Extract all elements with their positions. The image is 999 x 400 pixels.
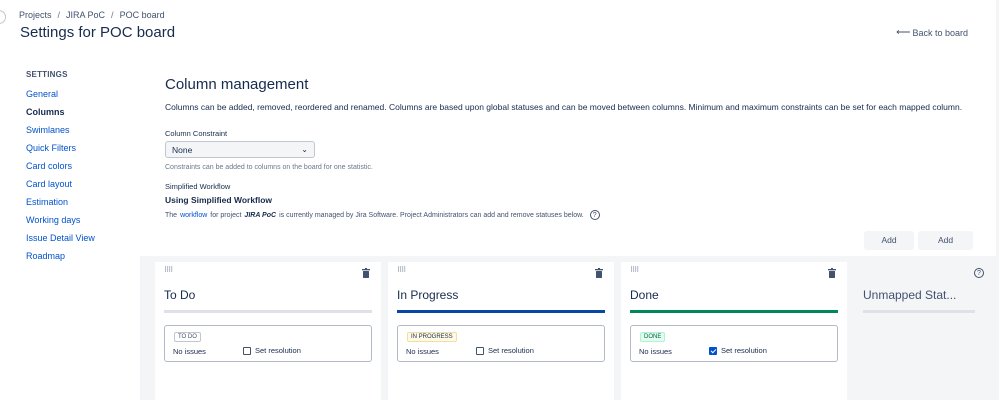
add-column-button[interactable]: Add column bbox=[918, 231, 973, 264]
help-icon[interactable]: ? bbox=[589, 210, 600, 220]
column-title[interactable]: In Progress bbox=[397, 288, 458, 302]
set-resolution-label: Set resolution bbox=[488, 346, 534, 355]
workflow-note: The workflow for project JIRA PoC is cur… bbox=[165, 210, 975, 220]
drag-handle-icon[interactable]: ⠿⠿ bbox=[630, 267, 639, 274]
section-title: Column management bbox=[165, 76, 309, 93]
workflow-note-text: is currently managed by Jira Software. P… bbox=[279, 211, 584, 219]
trash-icon[interactable] bbox=[362, 268, 370, 278]
drag-handle-icon[interactable]: ⠿⠿ bbox=[164, 267, 173, 274]
status-lozenge: DONE bbox=[640, 332, 666, 342]
sidebar-item-columns[interactable]: Columns bbox=[26, 103, 136, 121]
status-card[interactable]: IN PROGRESS No issues Set resolution bbox=[397, 325, 605, 362]
workflow-label: Simplified Workflow bbox=[165, 182, 231, 191]
breadcrumb-board[interactable]: POC board bbox=[120, 10, 165, 20]
sidebar-item-card-colors[interactable]: Card colors bbox=[26, 157, 136, 175]
sidebar-item-quick-filters[interactable]: Quick Filters bbox=[26, 139, 136, 157]
sidebar-item-general[interactable]: General bbox=[26, 85, 136, 103]
set-resolution-label: Set resolution bbox=[721, 346, 767, 355]
sidebar-item-working-days[interactable]: Working days bbox=[26, 211, 136, 229]
section-description: Columns can be added, removed, reordered… bbox=[165, 102, 963, 112]
sidebar-item-issue-detail-view[interactable]: Issue Detail View bbox=[26, 229, 136, 247]
breadcrumb-separator: / bbox=[57, 10, 61, 20]
sidebar-item-swimlanes[interactable]: Swimlanes bbox=[26, 121, 136, 139]
collapse-handle[interactable] bbox=[0, 10, 6, 24]
workflow-note-text: for project bbox=[210, 211, 242, 219]
checkbox-unchecked[interactable] bbox=[476, 346, 484, 355]
breadcrumb-project[interactable]: JIRA PoC bbox=[66, 10, 105, 20]
columns-board: ⠿⠿ To Do TO DO No issues Set resolution … bbox=[140, 256, 999, 400]
workflow-project-name: JIRA PoC bbox=[244, 211, 277, 219]
checkbox-unchecked[interactable] bbox=[243, 346, 251, 355]
set-resolution-checkbox[interactable]: Set resolution bbox=[476, 346, 534, 355]
sidebar-item-estimation[interactable]: Estimation bbox=[26, 193, 136, 211]
column-in-progress[interactable]: ⠿⠿ In Progress IN PROGRESS No issues Set… bbox=[388, 262, 614, 400]
column-color-bar bbox=[397, 310, 605, 313]
column-constraint-select[interactable]: None ⌄ bbox=[165, 141, 315, 158]
drag-handle-icon[interactable]: ⠿⠿ bbox=[397, 267, 406, 274]
column-to-do[interactable]: ⠿⠿ To Do TO DO No issues Set resolution bbox=[155, 262, 381, 400]
sidebar-heading: SETTINGS bbox=[26, 70, 68, 79]
column-constraint-label: Column Constraint bbox=[165, 129, 228, 138]
set-resolution-checkbox[interactable]: Set resolution bbox=[243, 346, 301, 355]
issue-count: No issues bbox=[406, 347, 439, 356]
arrow-left-icon: ⟵ bbox=[896, 27, 911, 38]
trash-icon[interactable] bbox=[595, 268, 603, 278]
set-resolution-label: Set resolution bbox=[255, 346, 301, 355]
breadcrumb-projects[interactable]: Projects bbox=[19, 10, 52, 20]
settings-sidebar: SETTINGS General Columns Swimlanes Quick… bbox=[26, 70, 136, 265]
breadcrumb: Projects / JIRA PoC / POC board bbox=[19, 10, 165, 20]
column-color-bar bbox=[630, 310, 838, 313]
set-resolution-checkbox[interactable]: Set resolution bbox=[709, 346, 767, 355]
sidebar-item-roadmap[interactable]: Roadmap bbox=[26, 247, 136, 265]
column-unmapped-statuses: ? Unmapped Stat... bbox=[854, 262, 984, 400]
chevron-down-icon: ⌄ bbox=[301, 145, 308, 154]
workflow-link[interactable]: workflow bbox=[180, 212, 207, 219]
issue-count: No issues bbox=[173, 347, 206, 356]
add-status-button[interactable]: Add status bbox=[864, 231, 914, 264]
status-card[interactable]: TO DO No issues Set resolution bbox=[164, 325, 372, 362]
column-constraint-value: None bbox=[172, 144, 193, 155]
status-card[interactable]: DONE No issues Set resolution bbox=[630, 325, 838, 362]
sidebar-item-card-layout[interactable]: Card layout bbox=[26, 175, 136, 193]
breadcrumb-separator: / bbox=[111, 10, 114, 20]
unmapped-title: Unmapped Stat... bbox=[863, 288, 957, 302]
column-color-bar bbox=[164, 310, 372, 313]
page-title: Settings for POC board bbox=[20, 24, 176, 41]
back-to-board-label: Back to board bbox=[912, 27, 968, 38]
column-management: Column management Columns can be added, … bbox=[165, 76, 975, 220]
column-title[interactable]: Done bbox=[630, 288, 659, 302]
help-icon[interactable]: ? bbox=[974, 268, 984, 278]
checkbox-checked[interactable] bbox=[709, 346, 717, 355]
constraint-help-text: Constraints can be added to columns on t… bbox=[165, 164, 373, 171]
workflow-title: Using Simplified Workflow bbox=[165, 195, 273, 205]
issue-count: No issues bbox=[639, 347, 672, 356]
status-lozenge: IN PROGRESS bbox=[407, 332, 457, 342]
column-color-bar bbox=[863, 310, 975, 313]
workflow-note-text: The bbox=[165, 211, 178, 219]
column-title[interactable]: To Do bbox=[164, 288, 195, 302]
column-done[interactable]: ⠿⠿ Done DONE No issues Set resolution bbox=[621, 262, 847, 400]
trash-icon[interactable] bbox=[828, 268, 836, 278]
status-lozenge: TO DO bbox=[174, 332, 201, 342]
back-to-board-link[interactable]: ⟵ Back to board bbox=[896, 27, 968, 38]
